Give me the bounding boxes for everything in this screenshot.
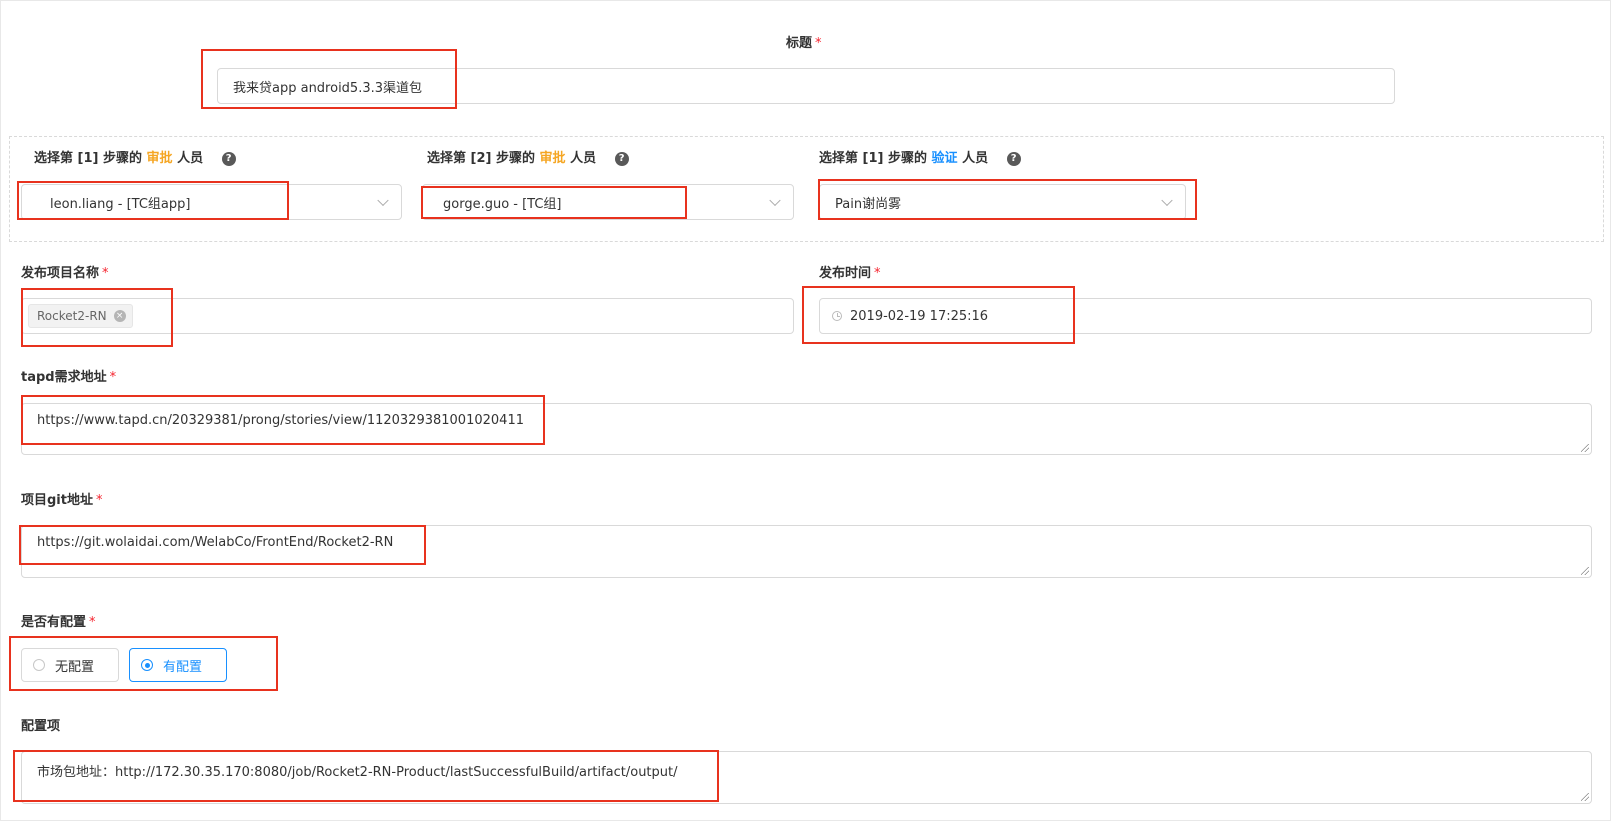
highlight-box-approver-1 [17, 181, 289, 220]
highlight-box-git-url [19, 525, 426, 565]
highlight-box-verifier [818, 179, 1197, 220]
question-circle-icon[interactable]: ? [1006, 151, 1021, 166]
highlight-box-title [201, 49, 457, 109]
highlight-box-tapd-url [21, 395, 545, 445]
question-circle-icon[interactable]: ? [614, 151, 629, 166]
tapd-url-label: tapd需求地址 * [21, 370, 117, 385]
verifier-label: 选择第 [1] 步骤的 验证 人员 ? [819, 147, 1021, 166]
has-config-label: 是否有配置 * [21, 615, 96, 630]
project-name-label: 发布项目名称 * [21, 266, 109, 281]
git-url-label: 项目git地址 * [21, 493, 103, 508]
highlight-box-has-config [9, 636, 278, 691]
resize-handle-icon[interactable] [1581, 444, 1589, 452]
resize-handle-icon[interactable] [1581, 567, 1589, 575]
release-time-label: 发布时间 * [819, 266, 881, 281]
config-items-label: 配置项 [21, 719, 61, 734]
chevron-down-icon [769, 194, 781, 207]
highlight-box-config-items [13, 750, 719, 802]
approver-2-label: 选择第 [2] 步骤的 审批 人员 ? [427, 147, 629, 166]
question-circle-icon[interactable]: ? [221, 151, 236, 166]
approver-1-label: 选择第 [1] 步骤的 审批 人员 ? [34, 147, 236, 166]
highlight-box-project-name [21, 288, 173, 347]
chevron-down-icon [377, 194, 389, 207]
highlight-box-approver-2 [421, 186, 687, 219]
resize-handle-icon[interactable] [1581, 793, 1589, 801]
title-label: 标题 * [786, 36, 822, 51]
highlight-box-release-time [802, 286, 1075, 344]
